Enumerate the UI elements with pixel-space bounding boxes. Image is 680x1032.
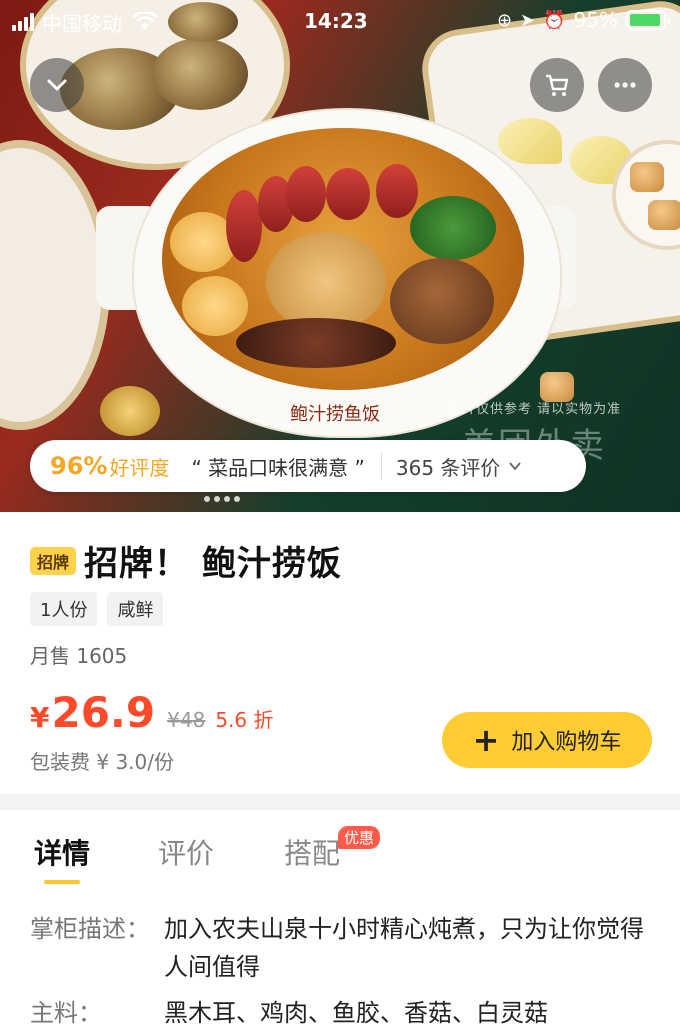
black-fungus bbox=[236, 318, 396, 368]
add-to-cart-button[interactable]: + 加入购物车 bbox=[442, 712, 652, 768]
back-button[interactable] bbox=[30, 58, 84, 112]
product-tags: 1人份 咸鲜 bbox=[30, 592, 164, 626]
more-button[interactable] bbox=[598, 58, 652, 112]
chevron-down-icon bbox=[47, 79, 67, 91]
alarm-icon: ⏰ bbox=[543, 9, 566, 31]
mushroom bbox=[390, 258, 494, 344]
orientation-lock-icon: ⊕ bbox=[496, 9, 513, 31]
carousel-indicator bbox=[204, 496, 240, 502]
divider bbox=[380, 453, 382, 479]
monthly-sales: 月售 1605 bbox=[30, 644, 128, 668]
review-count: 365 条评价 bbox=[395, 455, 501, 480]
carrier-name: 中国移动 bbox=[42, 11, 122, 36]
rating-label: 好评度 bbox=[109, 455, 170, 480]
tab-combos[interactable]: 搭配 bbox=[284, 832, 340, 872]
description-value: 加入农夫山泉十小时精心炖煮，只为让你觉得人间值得 bbox=[164, 915, 644, 981]
original-price: ¥48 bbox=[167, 708, 206, 732]
jujube bbox=[226, 190, 262, 262]
side-plate bbox=[0, 140, 110, 430]
broccoli bbox=[410, 196, 496, 260]
current-price: 26.9 bbox=[51, 688, 156, 737]
description-key: 掌柜描述： bbox=[30, 915, 150, 943]
ingredients-value: 黑木耳、鸡肉、鱼胶、香菇、白灵菇 bbox=[164, 999, 548, 1027]
section-divider bbox=[0, 794, 680, 810]
signal-icon bbox=[12, 13, 34, 31]
detail-tabs: 详情 评价 搭配 优惠 bbox=[0, 810, 680, 898]
plus-icon: + bbox=[472, 721, 500, 759]
lemon-slice bbox=[498, 118, 562, 164]
packing-fee: 包装费 ¥ 3.0/份 bbox=[30, 750, 174, 774]
price-row: ¥ 26.9 ¥48 5.6 折 bbox=[30, 688, 273, 737]
jujube bbox=[326, 168, 370, 220]
signature-badge: 招牌 bbox=[30, 546, 77, 575]
cart-button[interactable] bbox=[530, 58, 584, 112]
active-tab-indicator bbox=[44, 880, 80, 884]
discount-label: 5.6 折 bbox=[215, 708, 274, 732]
fried-cube bbox=[648, 200, 680, 230]
product-info: 招牌 招牌！ 鲍汁捞饭 1人份 咸鲜 月售 1605 ¥ 26.9 ¥48 5.… bbox=[0, 512, 680, 794]
currency-symbol: ¥ bbox=[30, 701, 50, 734]
tab-reviews[interactable]: 评价 bbox=[158, 832, 214, 872]
description-row: 掌柜描述： 加入农夫山泉十小时精心炖煮，只为让你觉得人间值得 bbox=[30, 910, 644, 986]
abalone-piece bbox=[152, 38, 248, 110]
status-bar: 中国移动 14:23 ⊕ ➤ ⏰ 95% bbox=[0, 0, 680, 44]
product-title: 招牌！ 鲍汁捞饭 bbox=[84, 544, 342, 584]
chicken bbox=[266, 232, 386, 332]
location-icon: ➤ bbox=[520, 9, 536, 31]
add-to-cart-label: 加入购物车 bbox=[511, 730, 622, 755]
tag-portion: 1人份 bbox=[30, 592, 98, 626]
jujube bbox=[376, 164, 418, 218]
ingredients-row: 主料： 黑木耳、鸡肉、鱼胶、香菇、白灵菇 bbox=[30, 994, 644, 1032]
review-count-link[interactable]: 365 条评价 bbox=[396, 452, 523, 481]
rating-percent: 96% bbox=[50, 452, 108, 480]
flower-carrot bbox=[182, 276, 248, 336]
image-disclaimer: 图片仅供参考 请以实物为准 bbox=[448, 402, 622, 417]
jujube bbox=[286, 166, 326, 222]
more-dots-icon bbox=[614, 82, 636, 88]
battery-icon bbox=[626, 10, 670, 30]
gold-spoon bbox=[100, 386, 160, 436]
promo-badge: 优惠 bbox=[338, 826, 381, 849]
ingredients-key: 主料： bbox=[30, 999, 102, 1027]
tag-flavor: 咸鲜 bbox=[107, 592, 164, 626]
review-highlight: “ 菜品口味很满意 ” bbox=[191, 455, 365, 480]
clock: 14:23 bbox=[304, 9, 368, 33]
wifi-icon bbox=[132, 12, 158, 30]
chevron-down-icon bbox=[509, 462, 522, 471]
battery-percent: 95% bbox=[573, 8, 618, 32]
tab-details[interactable]: 详情 bbox=[34, 832, 90, 872]
pot-label: 鲍汁捞鱼饭 bbox=[290, 404, 380, 425]
rating-summary[interactable]: 96% 好评度 “ 菜品口味很满意 ” 365 条评价 bbox=[30, 440, 586, 492]
cart-icon bbox=[546, 74, 569, 96]
fried-cube bbox=[630, 162, 664, 192]
